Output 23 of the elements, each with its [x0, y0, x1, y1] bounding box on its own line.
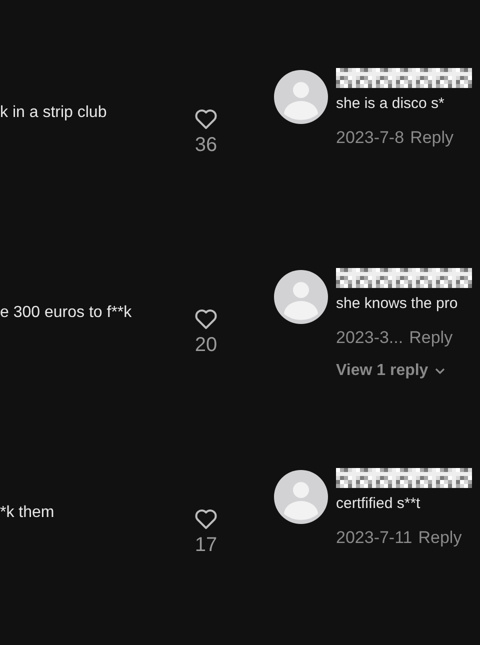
heart-icon[interactable]	[194, 308, 218, 330]
reply-link[interactable]: Reply	[409, 328, 453, 348]
comment-text: *k them	[0, 504, 54, 521]
comment-text: certfified s**t	[336, 495, 420, 512]
like-count: 36	[194, 134, 218, 157]
avatar-icon[interactable]	[274, 270, 328, 324]
comment-text: she is a disco s*	[336, 95, 444, 112]
view-replies-button[interactable]: View 1 reply	[336, 362, 446, 380]
comment-date: 2023-7-8	[336, 128, 404, 148]
avatar-icon[interactable]	[274, 70, 328, 124]
like-count: 20	[194, 334, 218, 357]
comment-date: 2023-7-11	[336, 528, 412, 548]
reply-link[interactable]: Reply	[410, 128, 454, 148]
heart-icon[interactable]	[194, 108, 218, 130]
comment-date: 2023-3...	[336, 328, 404, 348]
comment-text: e 300 euros to f**k	[0, 304, 132, 321]
comment-text: k in a strip club	[0, 104, 107, 121]
reply-link[interactable]: Reply	[418, 528, 462, 548]
chevron-down-icon	[434, 367, 446, 375]
avatar-icon[interactable]	[274, 470, 328, 524]
heart-icon[interactable]	[194, 508, 218, 530]
like-count: 17	[194, 534, 218, 557]
comment-text: she knows the pro	[336, 295, 458, 312]
